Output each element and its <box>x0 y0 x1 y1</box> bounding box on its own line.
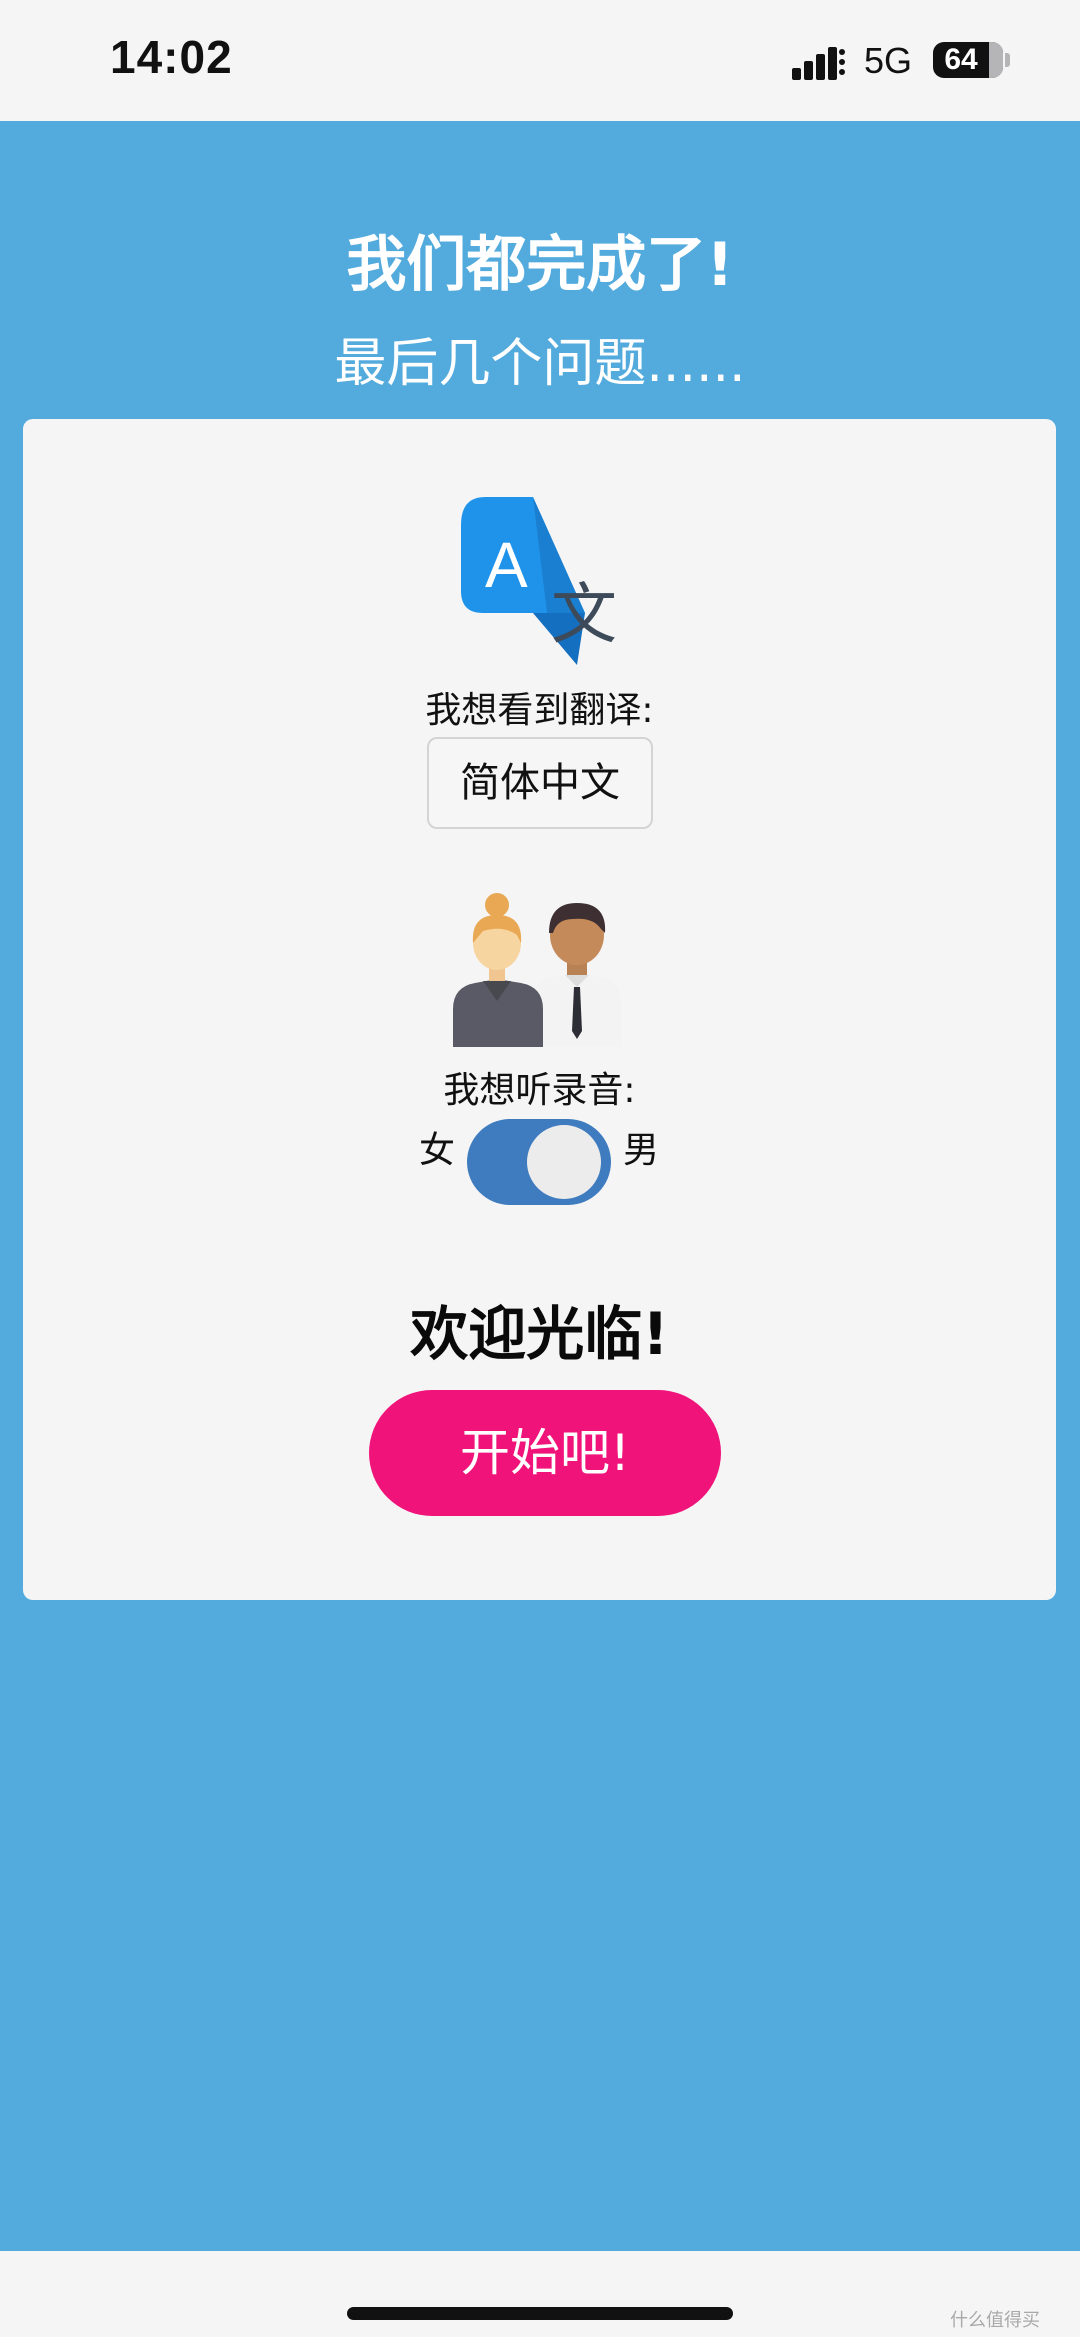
page-subtitle: 最后几个问题...... <box>334 334 746 394</box>
language-select[interactable]: 简体中文 <box>427 737 653 829</box>
speakers-icon <box>453 893 621 1047</box>
settings-card: A 文 我想看到翻译: 简体中文 我想听录音: 女 男 欢迎光临! 开始吧! <box>23 419 1056 1600</box>
battery-empty-portion <box>989 42 1003 78</box>
start-button[interactable]: 开始吧! <box>369 1390 721 1516</box>
male-option-label[interactable]: 男 <box>623 1121 659 1173</box>
toggle-knob <box>527 1125 601 1199</box>
battery-icon: 64 <box>933 42 1003 78</box>
onboarding-page: 我们都完成了! 最后几个问题...... A 文 我想看到翻译: 简体中文 我想… <box>0 121 1080 2251</box>
status-bar: 14:02 5G 64 <box>0 0 1080 121</box>
status-time: 14:02 <box>110 31 233 83</box>
voice-gender-toggle[interactable] <box>467 1119 611 1205</box>
svg-text:文: 文 <box>551 576 617 653</box>
home-indicator <box>347 2307 733 2320</box>
battery-cap <box>1005 53 1010 67</box>
battery-level: 64 <box>944 43 978 76</box>
translation-label: 我想看到翻译: <box>425 690 654 731</box>
cellular-signal-icon <box>792 47 845 80</box>
watermark: 什么值得买 <box>950 2310 1040 2331</box>
network-label: 5G <box>864 40 913 81</box>
welcome-text: 欢迎光临! <box>410 1300 669 1368</box>
translate-icon: A 文 <box>461 497 617 665</box>
female-option-label[interactable]: 女 <box>419 1121 455 1173</box>
page-title: 我们都完成了! <box>346 230 734 300</box>
svg-text:A: A <box>485 529 528 601</box>
audio-label: 我想听录音: <box>443 1070 636 1111</box>
